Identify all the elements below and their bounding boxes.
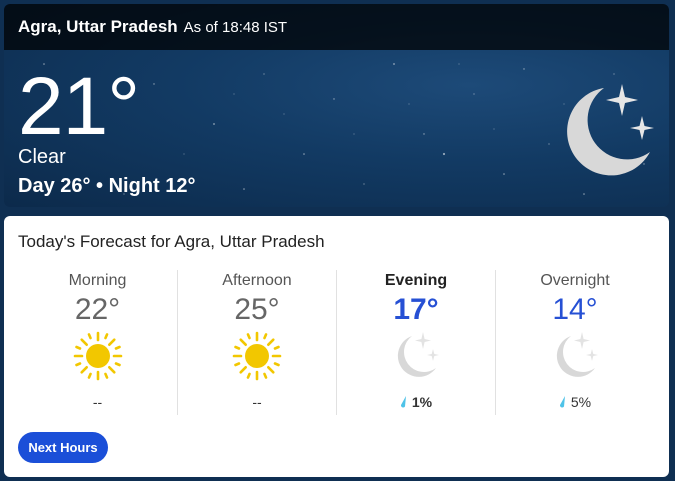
period-label: Morning xyxy=(68,272,127,289)
period-label: Afternoon xyxy=(222,272,292,289)
raindrop-icon xyxy=(400,396,406,408)
next-hours-button[interactable]: Next Hours xyxy=(18,432,108,463)
period-morning[interactable]: Morning 22° -- xyxy=(18,270,177,415)
forecast-title: Today's Forecast for Agra, Uttar Pradesh xyxy=(18,232,325,251)
period-temperature: 17° xyxy=(393,293,439,326)
precip-chance: -- xyxy=(18,394,177,410)
precip-value: -- xyxy=(92,394,103,410)
precip-value: 1% xyxy=(411,394,433,410)
period-label: Evening xyxy=(384,272,448,289)
precip-value: 5% xyxy=(570,394,592,410)
sun-icon xyxy=(73,331,122,381)
todays-forecast-card: Today's Forecast for Agra, Uttar Pradesh… xyxy=(4,216,669,477)
period-label: Overnight xyxy=(540,272,610,289)
forecast-periods: Morning 22° -- Afternoon 25° -- Evening … xyxy=(18,270,654,415)
precip-chance: 1% xyxy=(337,394,495,410)
precip-chance: -- xyxy=(178,394,336,410)
period-evening[interactable]: Evening 17° 1% xyxy=(336,270,495,415)
current-temperature: 21° xyxy=(18,61,140,152)
period-overnight[interactable]: Overnight 14° 5% xyxy=(495,270,654,415)
raindrop-icon xyxy=(559,396,565,408)
sun-icon xyxy=(232,331,282,381)
moon-stars-icon xyxy=(397,332,439,377)
moon-stars-icon xyxy=(556,332,598,377)
day-night-temperatures: Day 26° • Night 12° xyxy=(18,175,196,197)
current-conditions-panel: Agra, Uttar Pradesh As of 18:48 IST 21° … xyxy=(4,4,669,207)
observation-time: As of 18:48 IST xyxy=(183,18,288,36)
period-temperature: 25° xyxy=(234,293,280,326)
precip-value: -- xyxy=(252,394,262,410)
location-name: Agra, Uttar Pradesh xyxy=(18,17,178,36)
period-temperature: 14° xyxy=(552,293,598,326)
current-condition: Clear xyxy=(18,146,66,168)
period-afternoon[interactable]: Afternoon 25° -- xyxy=(177,270,336,415)
period-temperature: 22° xyxy=(74,293,121,326)
precip-chance: 5% xyxy=(496,394,654,410)
moon-stars-icon xyxy=(567,84,654,176)
location-header: Agra, Uttar Pradesh As of 18:48 IST xyxy=(4,4,669,50)
